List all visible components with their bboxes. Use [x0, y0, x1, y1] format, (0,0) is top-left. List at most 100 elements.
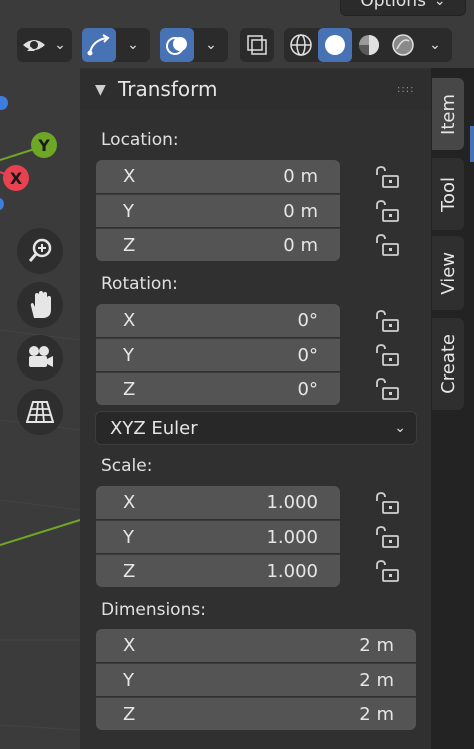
- lock-open-icon[interactable]: [374, 559, 400, 583]
- field-value: 0°: [297, 378, 318, 400]
- field-value: 1.000: [266, 526, 318, 548]
- collapse-arrow-icon[interactable]: ▼: [95, 82, 106, 98]
- location-y-field[interactable]: Y 0 m: [96, 194, 340, 227]
- rotation-y-field[interactable]: Y 0°: [96, 338, 340, 371]
- overlay-toggle-group[interactable]: ⌄: [160, 28, 228, 62]
- chevron-down-icon: ⌄: [394, 420, 406, 436]
- options-dropdown[interactable]: Options ⌄: [340, 0, 466, 16]
- field-value: 2 m: [359, 703, 394, 725]
- overlay-circles-icon: [166, 37, 187, 55]
- shading-mode-group[interactable]: ⌄: [284, 28, 452, 62]
- visibility-group[interactable]: ⌄: [17, 28, 72, 62]
- field-axis: Y: [123, 344, 134, 366]
- zoom-button[interactable]: [17, 228, 63, 274]
- dimensions-label: Dimensions:: [101, 600, 206, 620]
- rotation-z-field[interactable]: Z 0°: [96, 372, 340, 405]
- chevron-down-icon: ⌄: [433, 0, 446, 9]
- chevron-down-icon[interactable]: ⌄: [420, 28, 450, 62]
- dimensions-y-field[interactable]: Y 2 m: [96, 663, 416, 696]
- lock-open-icon[interactable]: [374, 525, 400, 549]
- location-z-field[interactable]: Z 0 m: [96, 228, 340, 261]
- gizmo-y-axis[interactable]: Y: [31, 132, 57, 158]
- tab-label: Item: [437, 93, 459, 135]
- wireframe-shading-icon[interactable]: [284, 28, 318, 62]
- eye-icon: [17, 28, 51, 62]
- field-axis: X: [123, 492, 136, 513]
- lock-open-icon[interactable]: [374, 233, 400, 257]
- field-value: 1.000: [266, 492, 318, 513]
- xray-toggle-icon[interactable]: [240, 28, 274, 62]
- field-axis: X: [123, 166, 136, 187]
- lock-open-icon[interactable]: [374, 199, 400, 223]
- viewport-header: Options ⌄ ⌄ ⌄ ⌄ ⌄: [0, 0, 474, 68]
- field-axis: Y: [123, 669, 134, 691]
- field-value: 0 m: [283, 200, 318, 222]
- gizmo-x-axis[interactable]: X: [3, 165, 29, 191]
- field-axis: X: [123, 635, 136, 656]
- field-axis: Z: [123, 234, 136, 256]
- camera-view-button[interactable]: [17, 335, 63, 381]
- field-value: 0 m: [283, 234, 318, 256]
- scale-y-field[interactable]: Y 1.000: [96, 520, 340, 553]
- field-axis: Z: [123, 378, 136, 400]
- drag-grip-icon[interactable]: ::::: [397, 84, 414, 95]
- grid-perspective-icon: [26, 401, 54, 423]
- lock-open-icon[interactable]: [374, 377, 400, 401]
- tab-item[interactable]: Item: [432, 78, 464, 150]
- location-label: Location:: [101, 130, 179, 150]
- dimensions-x-field[interactable]: X 2 m: [96, 629, 416, 662]
- tab-label: Create: [437, 334, 459, 394]
- field-value: 1.000: [266, 560, 318, 582]
- gizmo-arrows-icon: [87, 34, 110, 56]
- pan-button[interactable]: [17, 282, 63, 328]
- scale-x-field[interactable]: X 1.000: [96, 486, 340, 519]
- field-axis: Z: [123, 703, 136, 725]
- gizmo-x-label: X: [9, 168, 23, 188]
- lock-open-icon[interactable]: [374, 165, 400, 189]
- perspective-toggle-button[interactable]: [17, 389, 63, 435]
- chevron-down-icon[interactable]: ⌄: [116, 28, 150, 62]
- scale-label: Scale:: [101, 456, 153, 476]
- field-value: 0°: [297, 310, 318, 331]
- panel-title: Transform: [118, 77, 218, 101]
- dimensions-z-field[interactable]: Z 2 m: [96, 697, 416, 730]
- scale-z-field[interactable]: Z 1.000: [96, 554, 340, 587]
- field-axis: Y: [123, 200, 134, 222]
- axis-gizmo[interactable]: Y X: [0, 90, 70, 220]
- tab-tool[interactable]: Tool: [432, 158, 464, 230]
- gizmo-z-neg-dot[interactable]: [0, 96, 8, 110]
- field-axis: X: [123, 310, 136, 331]
- gizmo-z-dot[interactable]: [0, 198, 4, 210]
- lock-open-icon[interactable]: [374, 309, 400, 333]
- hand-icon: [30, 291, 51, 318]
- xray-group[interactable]: [240, 28, 274, 62]
- lock-open-icon[interactable]: [374, 491, 400, 515]
- solid-shading-icon[interactable]: [318, 28, 352, 62]
- chevron-down-icon[interactable]: ⌄: [194, 28, 228, 62]
- field-value: 2 m: [359, 669, 394, 691]
- overlay-toggle-button[interactable]: [160, 28, 194, 62]
- tab-create[interactable]: Create: [432, 318, 464, 410]
- location-x-field[interactable]: X 0 m: [96, 160, 340, 193]
- lock-open-icon[interactable]: [374, 343, 400, 367]
- rotation-mode-dropdown[interactable]: XYZ Euler ⌄: [95, 411, 417, 445]
- gizmo-toggle-button[interactable]: [82, 28, 116, 62]
- field-axis: Z: [123, 560, 136, 582]
- tab-label: Tool: [437, 176, 459, 212]
- zoom-icon: [28, 238, 52, 262]
- chevron-down-icon: ⌄: [54, 37, 66, 53]
- rendered-shading-icon[interactable]: [386, 28, 420, 62]
- rotation-label: Rotation:: [101, 274, 178, 294]
- field-value: 0°: [297, 344, 318, 366]
- rotation-x-field[interactable]: X 0°: [96, 304, 340, 337]
- active-tab-accent: [470, 126, 474, 162]
- field-axis: Y: [123, 526, 134, 548]
- gizmo-y-label: Y: [38, 135, 50, 155]
- gizmo-toggle-group[interactable]: ⌄: [82, 28, 150, 62]
- tab-label: View: [437, 251, 459, 295]
- tab-view[interactable]: View: [432, 236, 464, 310]
- material-shading-icon[interactable]: [352, 28, 386, 62]
- field-value: 2 m: [359, 635, 394, 656]
- field-value: 0 m: [283, 166, 318, 187]
- options-label: Options: [360, 0, 426, 11]
